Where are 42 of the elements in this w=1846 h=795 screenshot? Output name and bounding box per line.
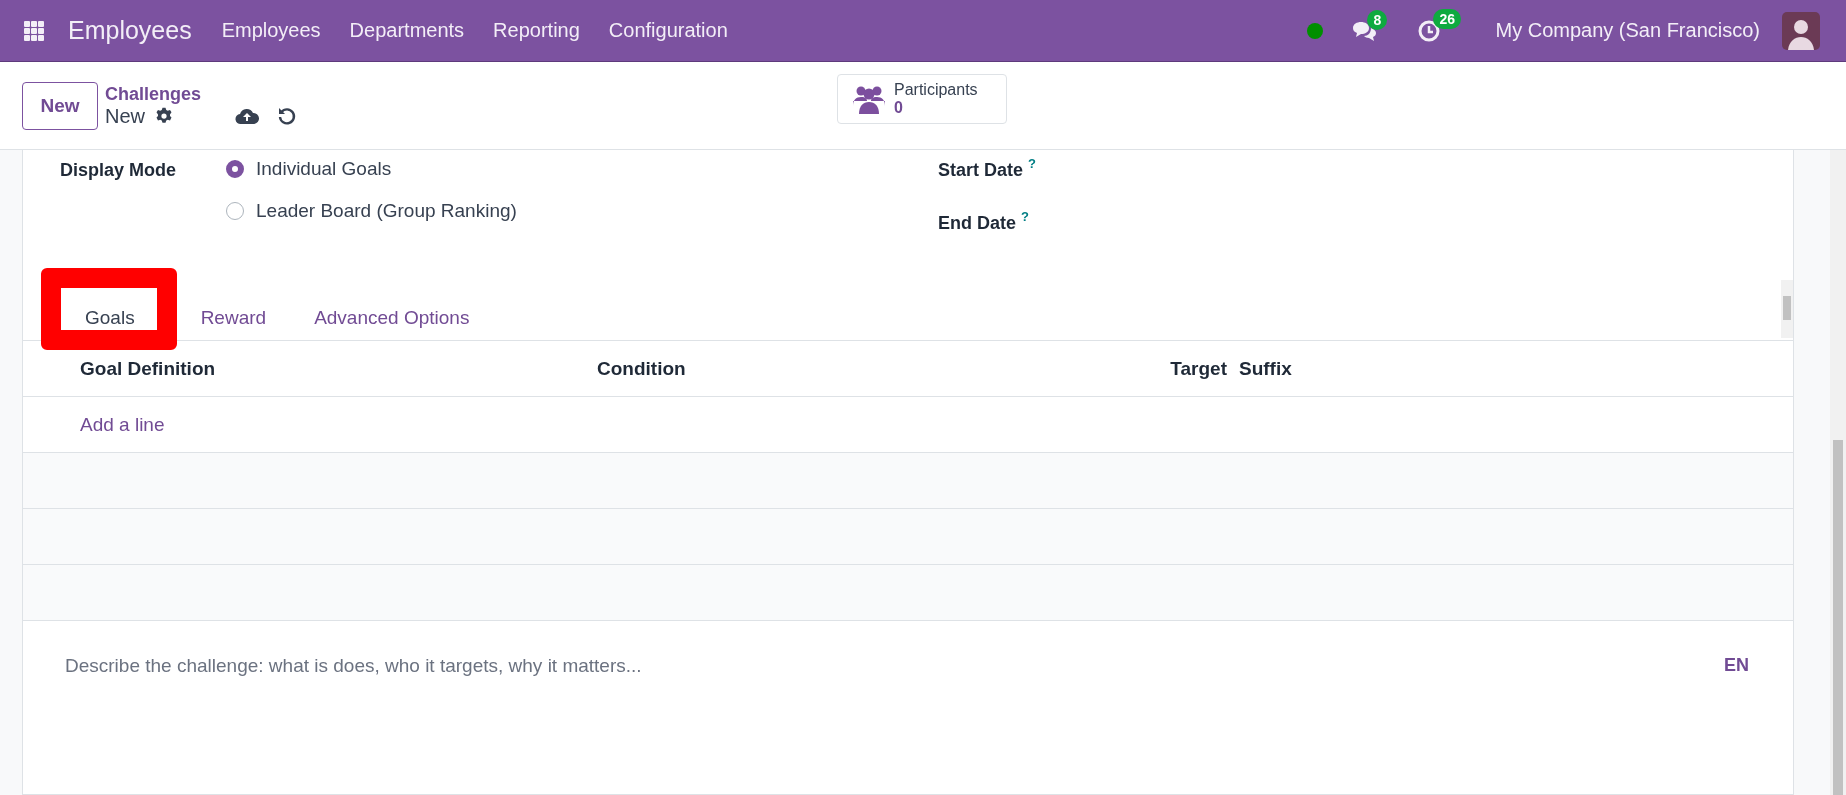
help-tooltip[interactable]: ? xyxy=(1021,209,1029,224)
scrollbar[interactable] xyxy=(1830,150,1846,795)
participants-label: Participants xyxy=(894,81,978,99)
radio-label[interactable]: Individual Goals xyxy=(256,158,392,180)
gear-icon[interactable] xyxy=(155,107,173,125)
message-count: 8 xyxy=(1367,9,1388,30)
company-name[interactable]: My Company (San Francisco) xyxy=(1495,19,1760,42)
field-label: Start Date xyxy=(938,160,1024,181)
field-label: End Date xyxy=(938,213,1016,234)
undo-icon[interactable] xyxy=(277,105,298,126)
clock-icon[interactable] xyxy=(1417,18,1442,43)
avatar-icon[interactable] xyxy=(1782,11,1820,50)
add-line-link[interactable]: Add a line xyxy=(23,413,165,436)
radio-button[interactable] xyxy=(226,202,244,220)
activity-count: 26 xyxy=(1433,8,1462,29)
column-header[interactable]: Suffix xyxy=(1237,357,1793,380)
status-dot-icon xyxy=(1307,22,1324,39)
app-name[interactable]: Employees xyxy=(68,16,192,45)
column-header[interactable]: Target xyxy=(1137,357,1237,380)
scrollbar[interactable] xyxy=(1781,280,1793,338)
description-field[interactable]: Describe the challenge: what is does, who it targets, why it matters... xyxy=(65,655,642,677)
language-button[interactable]: EN xyxy=(1724,655,1749,676)
field-label: Display Mode xyxy=(60,159,178,182)
menu-item[interactable]: Configuration xyxy=(608,19,728,42)
menu-item[interactable]: Employees xyxy=(221,19,321,42)
help-tooltip[interactable]: ? xyxy=(1028,156,1036,171)
menu-item[interactable]: Departments xyxy=(349,19,465,42)
radio-label[interactable]: Leader Board (Group Ranking) xyxy=(256,200,517,222)
participants-count: 0 xyxy=(894,99,903,117)
column-header[interactable]: Condition xyxy=(597,357,1137,380)
tab[interactable]: Advanced Options xyxy=(290,307,494,340)
column-header[interactable]: Goal Definition xyxy=(23,357,597,380)
tab[interactable]: Reward xyxy=(176,307,291,340)
tab[interactable]: Goals xyxy=(41,307,179,340)
breadcrumb-link[interactable]: Challenges xyxy=(105,83,202,105)
app-grid-icon[interactable] xyxy=(24,20,44,41)
new-button[interactable]: New xyxy=(22,81,98,130)
menu-item[interactable]: Reporting xyxy=(493,19,580,42)
record-name: New xyxy=(105,104,145,128)
participants-button[interactable]: Participants 0 xyxy=(837,74,1007,124)
people-icon xyxy=(852,84,886,114)
radio-button[interactable] xyxy=(226,160,244,178)
